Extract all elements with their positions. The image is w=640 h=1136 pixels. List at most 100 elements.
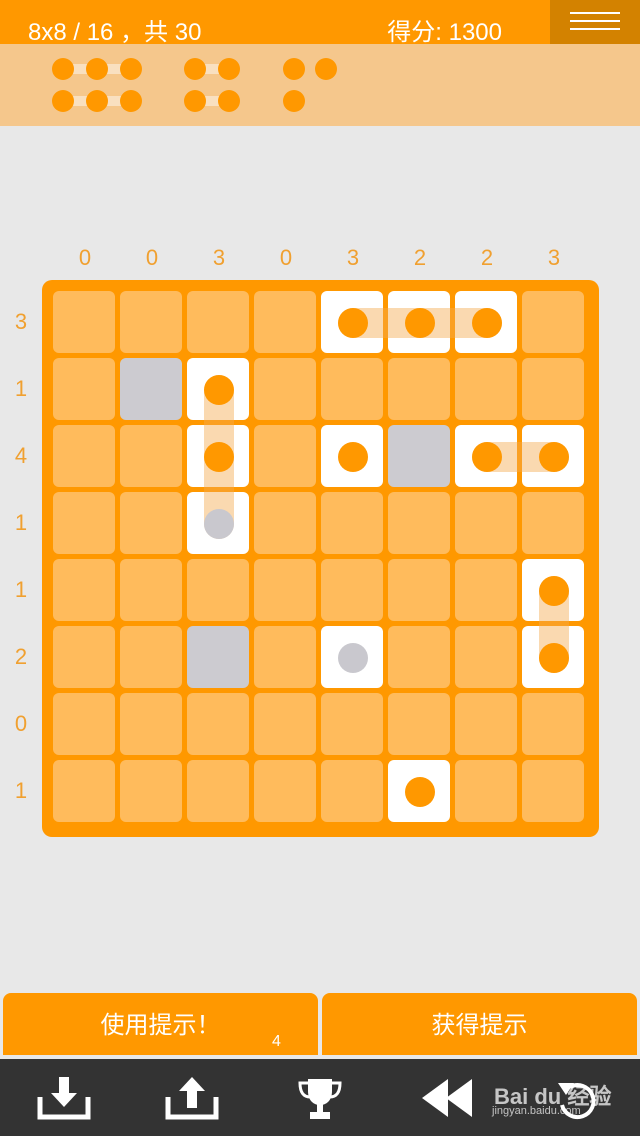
grid-cell[interactable] bbox=[53, 425, 115, 487]
grid-cell[interactable] bbox=[120, 626, 182, 688]
ship-segment bbox=[338, 308, 368, 338]
grid-cell[interactable] bbox=[53, 358, 115, 420]
ship-segment-unconfirmed bbox=[204, 509, 234, 539]
grid-cell[interactable] bbox=[455, 492, 517, 554]
grid-cell[interactable] bbox=[53, 626, 115, 688]
grid-cell[interactable] bbox=[254, 626, 316, 688]
grid-cell[interactable] bbox=[187, 693, 249, 755]
grid-cell[interactable] bbox=[321, 559, 383, 621]
game-board bbox=[42, 280, 599, 837]
fleet-ship-1 bbox=[315, 58, 337, 80]
grid-cell[interactable] bbox=[321, 492, 383, 554]
grid-cell[interactable] bbox=[455, 760, 517, 822]
grid-cell[interactable] bbox=[53, 291, 115, 353]
grid-cell[interactable] bbox=[53, 559, 115, 621]
grid-cell[interactable] bbox=[254, 358, 316, 420]
grid-cell[interactable] bbox=[120, 559, 182, 621]
grid-cell[interactable] bbox=[522, 760, 584, 822]
grid-cell[interactable] bbox=[321, 358, 383, 420]
column-clue: 0 bbox=[279, 245, 293, 270]
column-clue: 2 bbox=[413, 245, 427, 270]
use-hint-button[interactable]: 使用提示！ bbox=[3, 993, 318, 1055]
grid-cell[interactable] bbox=[254, 291, 316, 353]
grid-cell[interactable] bbox=[53, 760, 115, 822]
fleet-ship-3 bbox=[52, 90, 142, 112]
grid-cell[interactable] bbox=[455, 559, 517, 621]
rewind-button[interactable] bbox=[418, 1073, 478, 1123]
grid-cell[interactable] bbox=[120, 425, 182, 487]
column-clue: 3 bbox=[346, 245, 360, 270]
grid-cell[interactable] bbox=[321, 760, 383, 822]
grid-cell[interactable] bbox=[120, 291, 182, 353]
grid-cell[interactable] bbox=[455, 626, 517, 688]
fleet-ship-2 bbox=[184, 58, 240, 80]
column-clue: 0 bbox=[78, 245, 92, 270]
ship-segment-unconfirmed bbox=[338, 643, 368, 673]
grid-cell[interactable] bbox=[53, 492, 115, 554]
grid-cell[interactable] bbox=[187, 760, 249, 822]
grid-cell[interactable] bbox=[120, 492, 182, 554]
use-hint-label: 使用提示！ bbox=[100, 1012, 221, 1039]
column-clue: 3 bbox=[212, 245, 226, 270]
water-cell[interactable] bbox=[120, 358, 182, 420]
grid-cell[interactable] bbox=[522, 492, 584, 554]
fleet-legend bbox=[0, 44, 640, 126]
download-icon bbox=[37, 1077, 91, 1120]
fleet-ship-3 bbox=[52, 58, 142, 80]
grid-cell[interactable] bbox=[388, 358, 450, 420]
row-clue: 4 bbox=[14, 443, 28, 468]
rewind-icon bbox=[422, 1079, 472, 1117]
leaderboard-button[interactable] bbox=[290, 1073, 350, 1123]
grid-cell[interactable] bbox=[388, 626, 450, 688]
get-hints-label: 获得提示 bbox=[431, 1012, 528, 1039]
download-button[interactable] bbox=[34, 1073, 94, 1123]
level-info: 8x8 / 16 ，共 30 bbox=[28, 19, 202, 46]
grid-cell[interactable] bbox=[522, 291, 584, 353]
grid-cell[interactable] bbox=[187, 291, 249, 353]
grid-cell[interactable] bbox=[388, 693, 450, 755]
grid-cell[interactable] bbox=[522, 358, 584, 420]
water-cell[interactable] bbox=[187, 626, 249, 688]
ship-segment bbox=[472, 308, 502, 338]
ship-segment bbox=[472, 442, 502, 472]
menu-button[interactable] bbox=[550, 0, 640, 44]
watermark-url: jingyan.baidu.com bbox=[492, 1105, 581, 1117]
column-clue: 0 bbox=[145, 245, 159, 270]
grid-cell[interactable] bbox=[120, 760, 182, 822]
fleet-ship-1 bbox=[283, 90, 305, 112]
grid-cell[interactable] bbox=[254, 559, 316, 621]
row-clue: 1 bbox=[14, 376, 28, 401]
fleet-ship-2 bbox=[184, 90, 240, 112]
ship-segment bbox=[204, 442, 234, 472]
upload-button[interactable] bbox=[162, 1073, 222, 1123]
ship-segment bbox=[204, 375, 234, 405]
grid-cell[interactable] bbox=[254, 425, 316, 487]
grid-cell[interactable] bbox=[455, 693, 517, 755]
fleet-ship-segment bbox=[120, 58, 142, 80]
trophy-icon bbox=[298, 1079, 342, 1119]
upload-icon bbox=[165, 1077, 219, 1120]
water-cell[interactable] bbox=[388, 425, 450, 487]
grid-cell[interactable] bbox=[455, 358, 517, 420]
grid-cell[interactable] bbox=[388, 559, 450, 621]
score-display: 得分: 1300 bbox=[387, 19, 502, 46]
grid-cell[interactable] bbox=[254, 760, 316, 822]
hint-count-badge: 4 bbox=[272, 1033, 281, 1050]
ship-segment bbox=[539, 442, 569, 472]
grid-cell[interactable] bbox=[388, 492, 450, 554]
get-hints-button[interactable]: 获得提示 bbox=[322, 993, 637, 1055]
fleet-ship-segment bbox=[52, 58, 74, 80]
fleet-ship-segment bbox=[86, 58, 108, 80]
ship-segment bbox=[405, 308, 435, 338]
grid-cell[interactable] bbox=[254, 693, 316, 755]
fleet-ship-segment bbox=[120, 90, 142, 112]
fleet-ship-segment bbox=[218, 58, 240, 80]
fleet-ship-segment bbox=[52, 90, 74, 112]
grid-cell[interactable] bbox=[321, 693, 383, 755]
grid-cell[interactable] bbox=[254, 492, 316, 554]
grid-cell[interactable] bbox=[187, 559, 249, 621]
grid-cell[interactable] bbox=[120, 693, 182, 755]
grid-cell[interactable] bbox=[522, 693, 584, 755]
row-clue: 0 bbox=[14, 711, 28, 736]
grid-cell[interactable] bbox=[53, 693, 115, 755]
